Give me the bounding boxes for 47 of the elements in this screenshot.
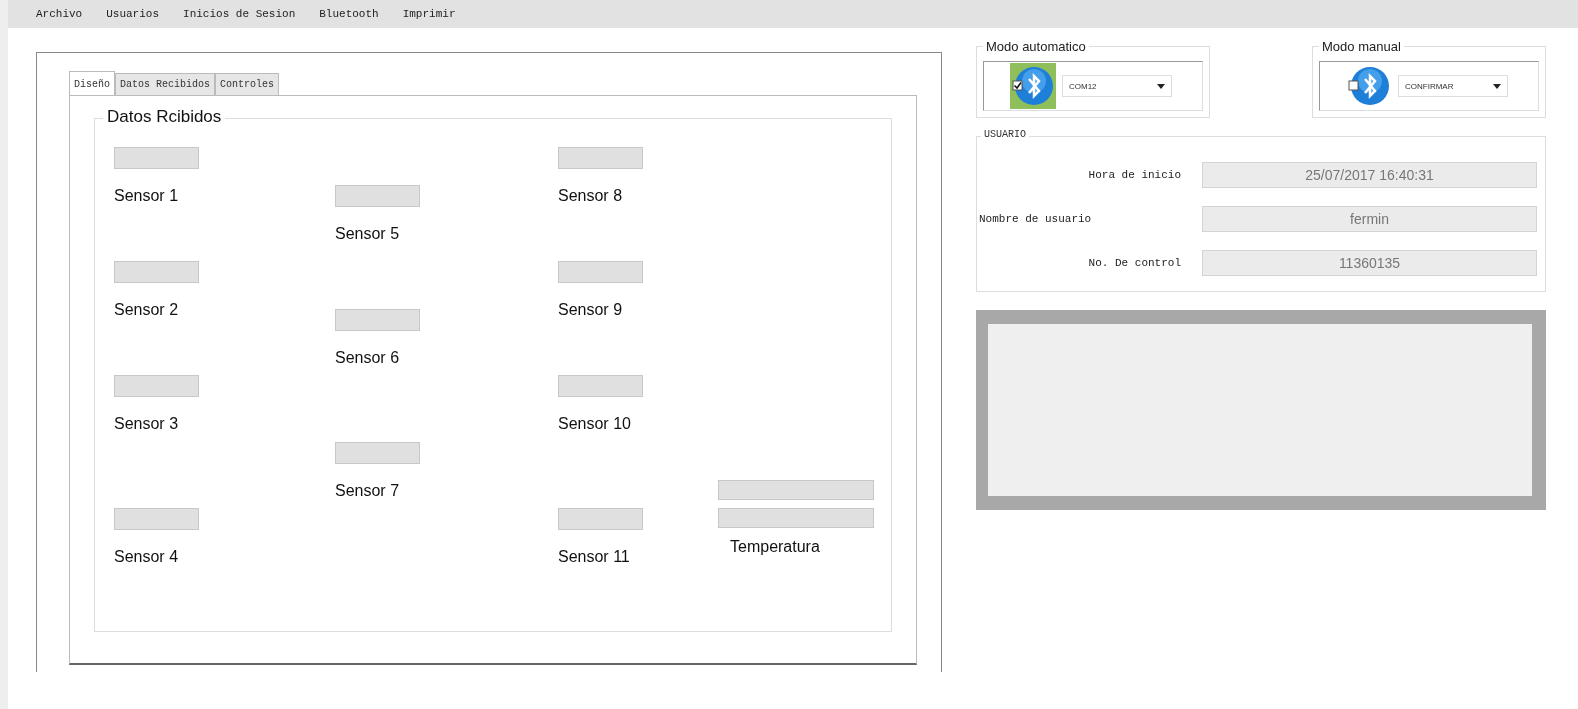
sensor-label: Sensor 8	[558, 187, 623, 205]
menu-item[interactable]: Imprimir	[402, 8, 456, 20]
field-label: No. De control	[1087, 257, 1181, 269]
port-dropdown[interactable]: COM12	[1062, 75, 1172, 97]
readonly-field[interactable]: 11360135	[1202, 250, 1537, 276]
field-label: Nombre de usuario	[978, 213, 1093, 225]
tab[interactable]: Controles	[215, 73, 280, 95]
menu-item[interactable]: Inicios de Sesion	[183, 8, 296, 20]
readonly-field[interactable]: 25/07/2017 16:40:31	[1202, 162, 1537, 188]
group-title: Modo manual	[1319, 39, 1404, 54]
sensor-field[interactable]	[335, 185, 420, 207]
caret-icon	[1157, 83, 1165, 89]
sensor-field[interactable]	[335, 441, 420, 464]
sensor-label: Temperatura	[730, 537, 820, 556]
sensor-label: Sensor 7	[335, 481, 400, 500]
field-label: Hora de inicio	[1087, 169, 1181, 181]
bluetooth-toggle[interactable]	[1010, 63, 1056, 109]
sensor-field[interactable]	[114, 508, 199, 530]
sensor-label: Sensor 4	[114, 548, 179, 566]
sensor-field[interactable]	[718, 507, 874, 528]
sensor-field[interactable]	[558, 375, 643, 397]
tab[interactable]: Diseño	[69, 71, 115, 95]
sensor-field[interactable]	[558, 147, 643, 169]
menu-item[interactable]: Bluetooth	[319, 8, 379, 20]
group-title: USUARIO	[981, 129, 1029, 140]
sensor-field[interactable]	[558, 508, 643, 530]
sensor-field[interactable]	[114, 261, 199, 283]
sensor-field[interactable]	[718, 479, 874, 500]
sensor-field[interactable]	[114, 147, 199, 169]
menu-item[interactable]: Archivo	[36, 8, 83, 20]
sensor-field[interactable]	[114, 375, 199, 397]
sensor-label: Sensor 9	[558, 301, 623, 319]
sensor-label: Sensor 3	[114, 415, 179, 433]
group-title: Modo automatico	[983, 39, 1089, 54]
sensor-label: Sensor 10	[558, 415, 631, 433]
readonly-field[interactable]: fermin	[1202, 206, 1537, 232]
port-dropdown[interactable]: CONFIRMAR	[1398, 75, 1508, 97]
sensor-label: Sensor 2	[114, 301, 179, 319]
sensor-label: Sensor 6	[335, 348, 400, 367]
sensor-field[interactable]	[335, 308, 420, 331]
sensor-label: Sensor 1	[114, 187, 179, 205]
sensor-label: Sensor 11	[558, 548, 630, 566]
sensor-label: Sensor 5	[335, 225, 400, 243]
caret-icon	[1493, 83, 1501, 89]
sensor-field[interactable]	[558, 261, 643, 283]
menu-item[interactable]: Usuarios	[106, 8, 160, 20]
tab[interactable]: Datos Recibidos	[115, 73, 216, 95]
